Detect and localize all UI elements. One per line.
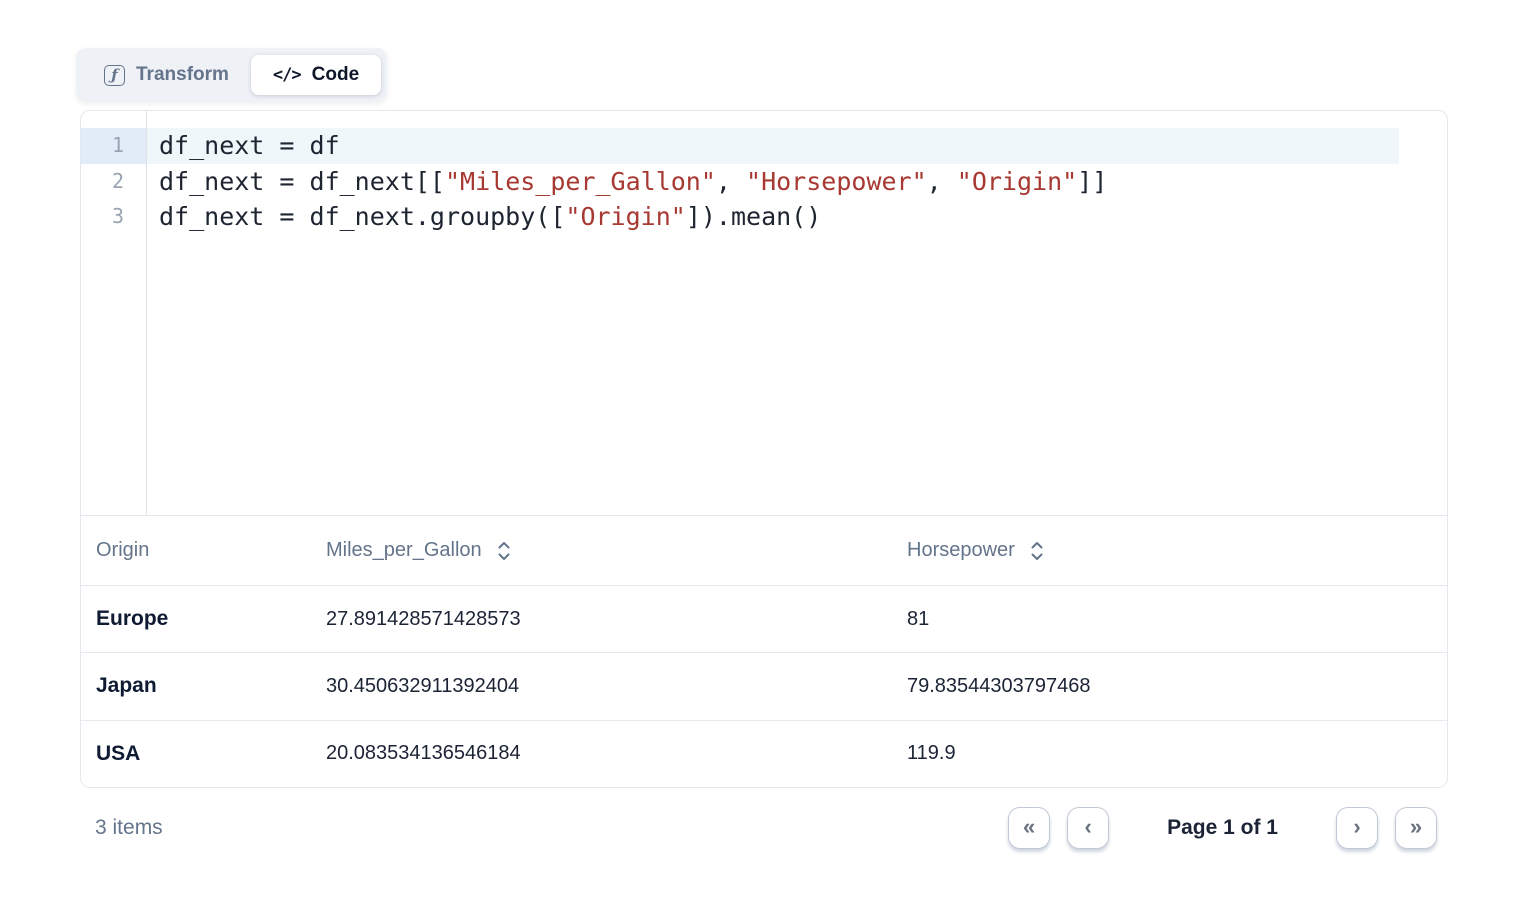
- code-text: df_next = df: [159, 131, 340, 160]
- code-text: ,: [927, 167, 957, 196]
- column-label: Miles_per_Gallon: [326, 539, 482, 562]
- code-line-1: df_next = df: [147, 128, 1399, 164]
- prev-page-icon: ‹: [1084, 816, 1091, 838]
- column-label: Origin: [96, 539, 149, 562]
- last-page-button[interactable]: »: [1395, 807, 1437, 849]
- table-row: USA 20.083534136546184 119.9: [81, 720, 1447, 787]
- code-editor[interactable]: 1 2 3 df_next = df df_next = df_next[["M…: [81, 111, 1447, 515]
- editor-content[interactable]: df_next = df df_next = df_next[["Miles_p…: [147, 111, 1447, 515]
- line-number: 3: [81, 199, 146, 235]
- pagination: « ‹ Page 1 of 1 › »: [1008, 807, 1437, 849]
- first-page-icon: «: [1023, 816, 1035, 838]
- string-token: "Origin": [565, 202, 685, 231]
- line-number: 2: [81, 164, 146, 200]
- cell-horsepower: 119.9: [907, 742, 1447, 765]
- sort-icon[interactable]: [1030, 540, 1044, 562]
- items-count: 3 items: [80, 816, 163, 840]
- last-page-icon: »: [1410, 816, 1422, 838]
- column-header-origin: Origin: [96, 539, 326, 562]
- cell-origin: Japan: [96, 674, 326, 698]
- code-icon: </>: [273, 65, 301, 85]
- column-header-horsepower[interactable]: Horsepower: [907, 539, 1447, 562]
- table-header: Origin Miles_per_Gallon Horsepower: [81, 515, 1447, 585]
- cell-horsepower: 81: [907, 608, 1447, 631]
- code-line-2: df_next = df_next[["Miles_per_Gallon", "…: [147, 164, 1399, 200]
- string-token: "Miles_per_Gallon": [445, 167, 716, 196]
- column-header-miles-per-gallon[interactable]: Miles_per_Gallon: [326, 539, 907, 562]
- cell-horsepower: 79.83544303797468: [907, 675, 1447, 698]
- code-text: ,: [716, 167, 746, 196]
- code-text: df_next = df_next.groupby([: [159, 202, 565, 231]
- code-text: df_next = df_next[[: [159, 167, 445, 196]
- column-label: Horsepower: [907, 539, 1015, 562]
- sort-icon[interactable]: [497, 540, 511, 562]
- function-icon: ƒ: [104, 65, 125, 86]
- code-line-3: df_next = df_next.groupby(["Origin"]).me…: [147, 199, 1399, 235]
- code-text: ]]: [1077, 167, 1107, 196]
- prev-page-button[interactable]: ‹: [1067, 807, 1109, 849]
- code-text: ]).mean(): [686, 202, 821, 231]
- editor-gutter: 1 2 3: [81, 111, 147, 515]
- next-page-icon: ›: [1353, 816, 1360, 838]
- tab-transform[interactable]: ƒ Transform: [82, 55, 251, 95]
- next-page-button[interactable]: ›: [1336, 807, 1378, 849]
- cell-miles-per-gallon: 20.083534136546184: [326, 742, 907, 765]
- tab-code-label: Code: [312, 64, 360, 86]
- page-indicator: Page 1 of 1: [1167, 816, 1278, 840]
- cell-miles-per-gallon: 30.450632911392404: [326, 675, 907, 698]
- table-row: Japan 30.450632911392404 79.835443037974…: [81, 652, 1447, 719]
- string-token: "Origin": [957, 167, 1077, 196]
- first-page-button[interactable]: «: [1008, 807, 1050, 849]
- tab-code[interactable]: </> Code: [251, 55, 381, 95]
- cell-miles-per-gallon: 27.891428571428573: [326, 608, 907, 631]
- cell-origin: Europe: [96, 607, 326, 631]
- table-row: Europe 27.891428571428573 81: [81, 585, 1447, 652]
- tab-transform-label: Transform: [136, 64, 229, 86]
- code-and-table-panel: 1 2 3 df_next = df df_next = df_next[["M…: [80, 110, 1448, 788]
- cell-origin: USA: [96, 742, 326, 766]
- string-token: "Horsepower": [746, 167, 927, 196]
- table-footer: 3 items « ‹ Page 1 of 1 › »: [80, 800, 1448, 856]
- line-number: 1: [81, 128, 146, 164]
- view-tabbar: ƒ Transform </> Code: [76, 48, 387, 102]
